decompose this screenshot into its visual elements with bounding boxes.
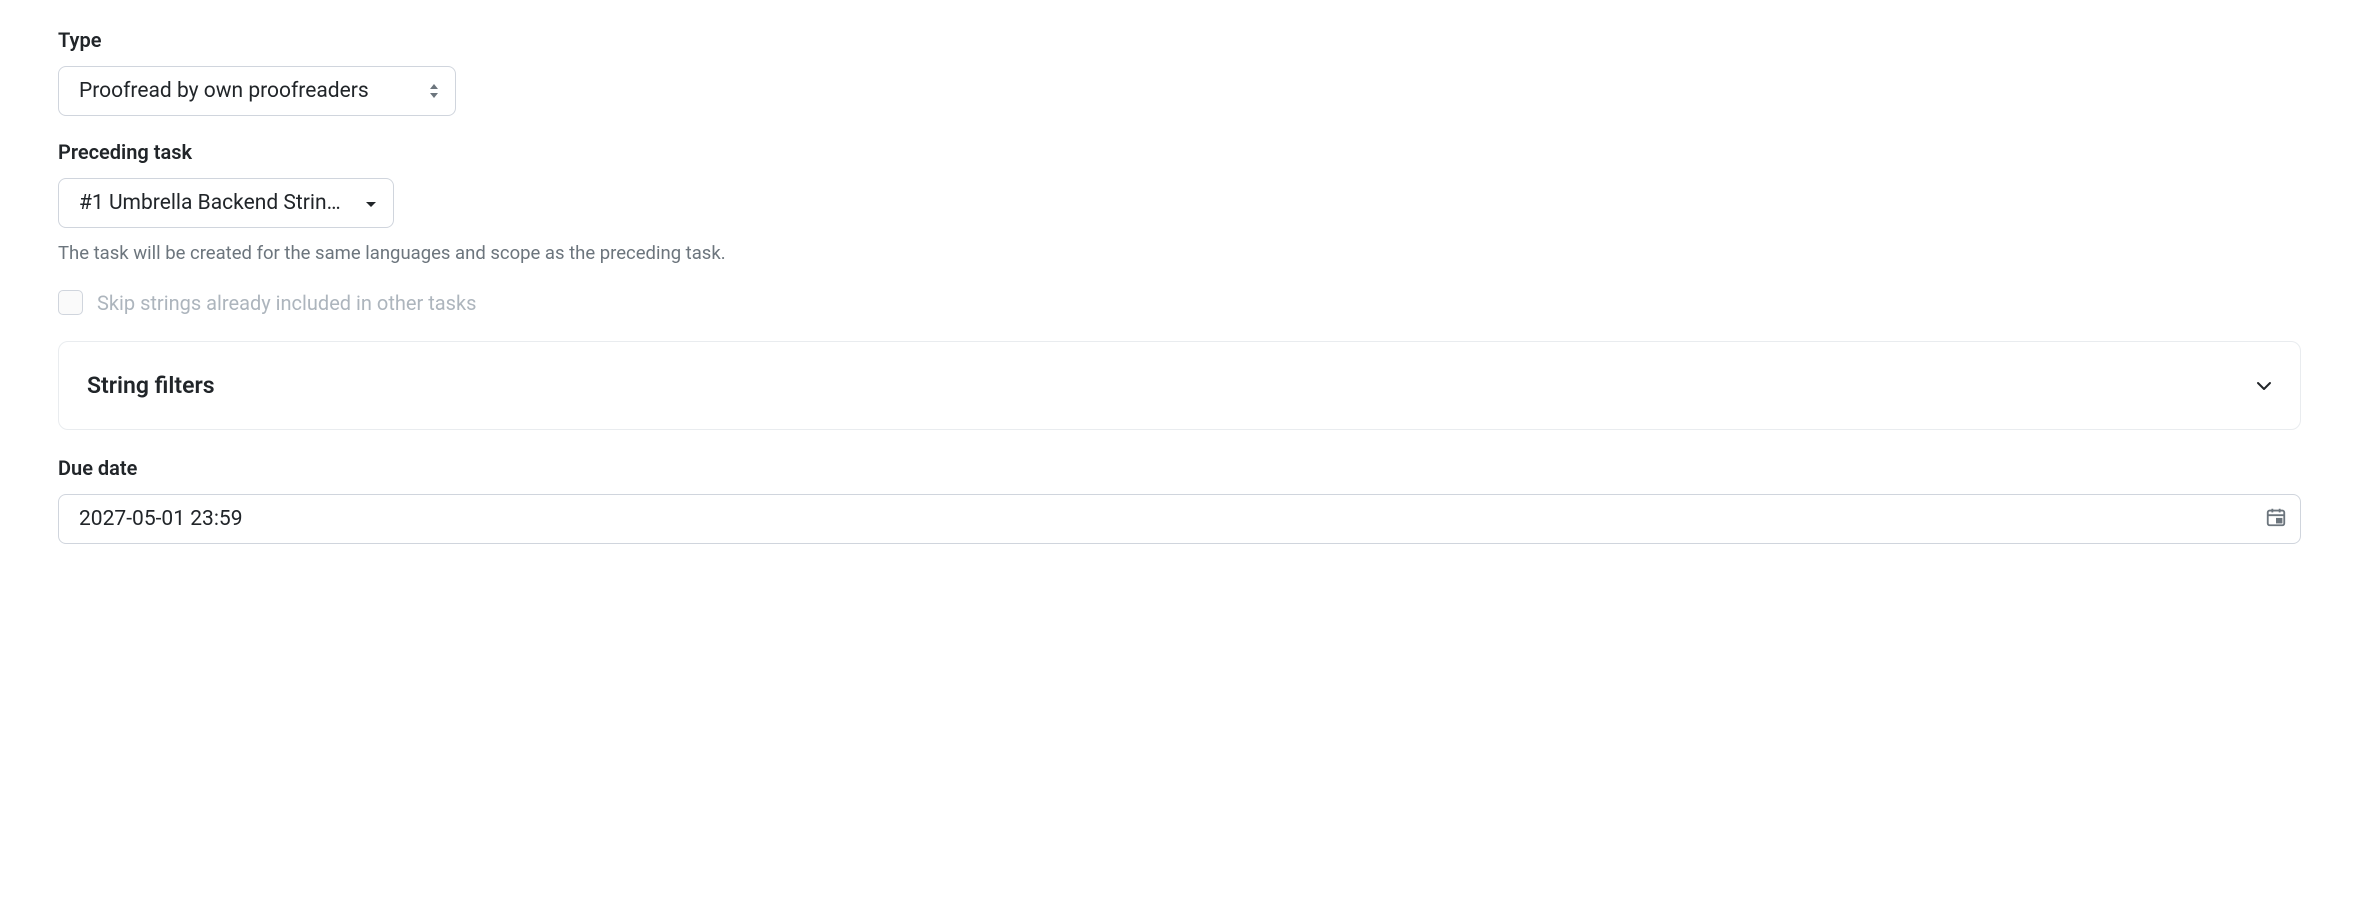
chevron-down-icon — [2256, 376, 2272, 395]
sort-icon — [429, 84, 439, 98]
calendar-icon[interactable] — [2265, 506, 2287, 532]
type-select-value: Proofread by own proofreaders — [79, 79, 415, 103]
type-select[interactable]: Proofread by own proofreaders — [58, 66, 456, 116]
string-filters-title: String filters — [87, 372, 215, 399]
preceding-task-help: The task will be created for the same la… — [58, 242, 2301, 264]
type-label: Type — [58, 28, 2301, 52]
string-filters-panel[interactable]: String filters — [58, 341, 2301, 430]
preceding-task-label: Preceding task — [58, 140, 2301, 164]
caret-down-icon — [365, 191, 377, 215]
skip-strings-label: Skip strings already included in other t… — [97, 291, 476, 315]
preceding-task-select-value: #1 Umbrella Backend String… — [79, 191, 349, 215]
due-date-input[interactable] — [58, 494, 2301, 544]
due-date-label: Due date — [58, 456, 2301, 480]
preceding-task-select[interactable]: #1 Umbrella Backend String… — [58, 178, 394, 228]
skip-strings-checkbox[interactable] — [58, 290, 83, 315]
